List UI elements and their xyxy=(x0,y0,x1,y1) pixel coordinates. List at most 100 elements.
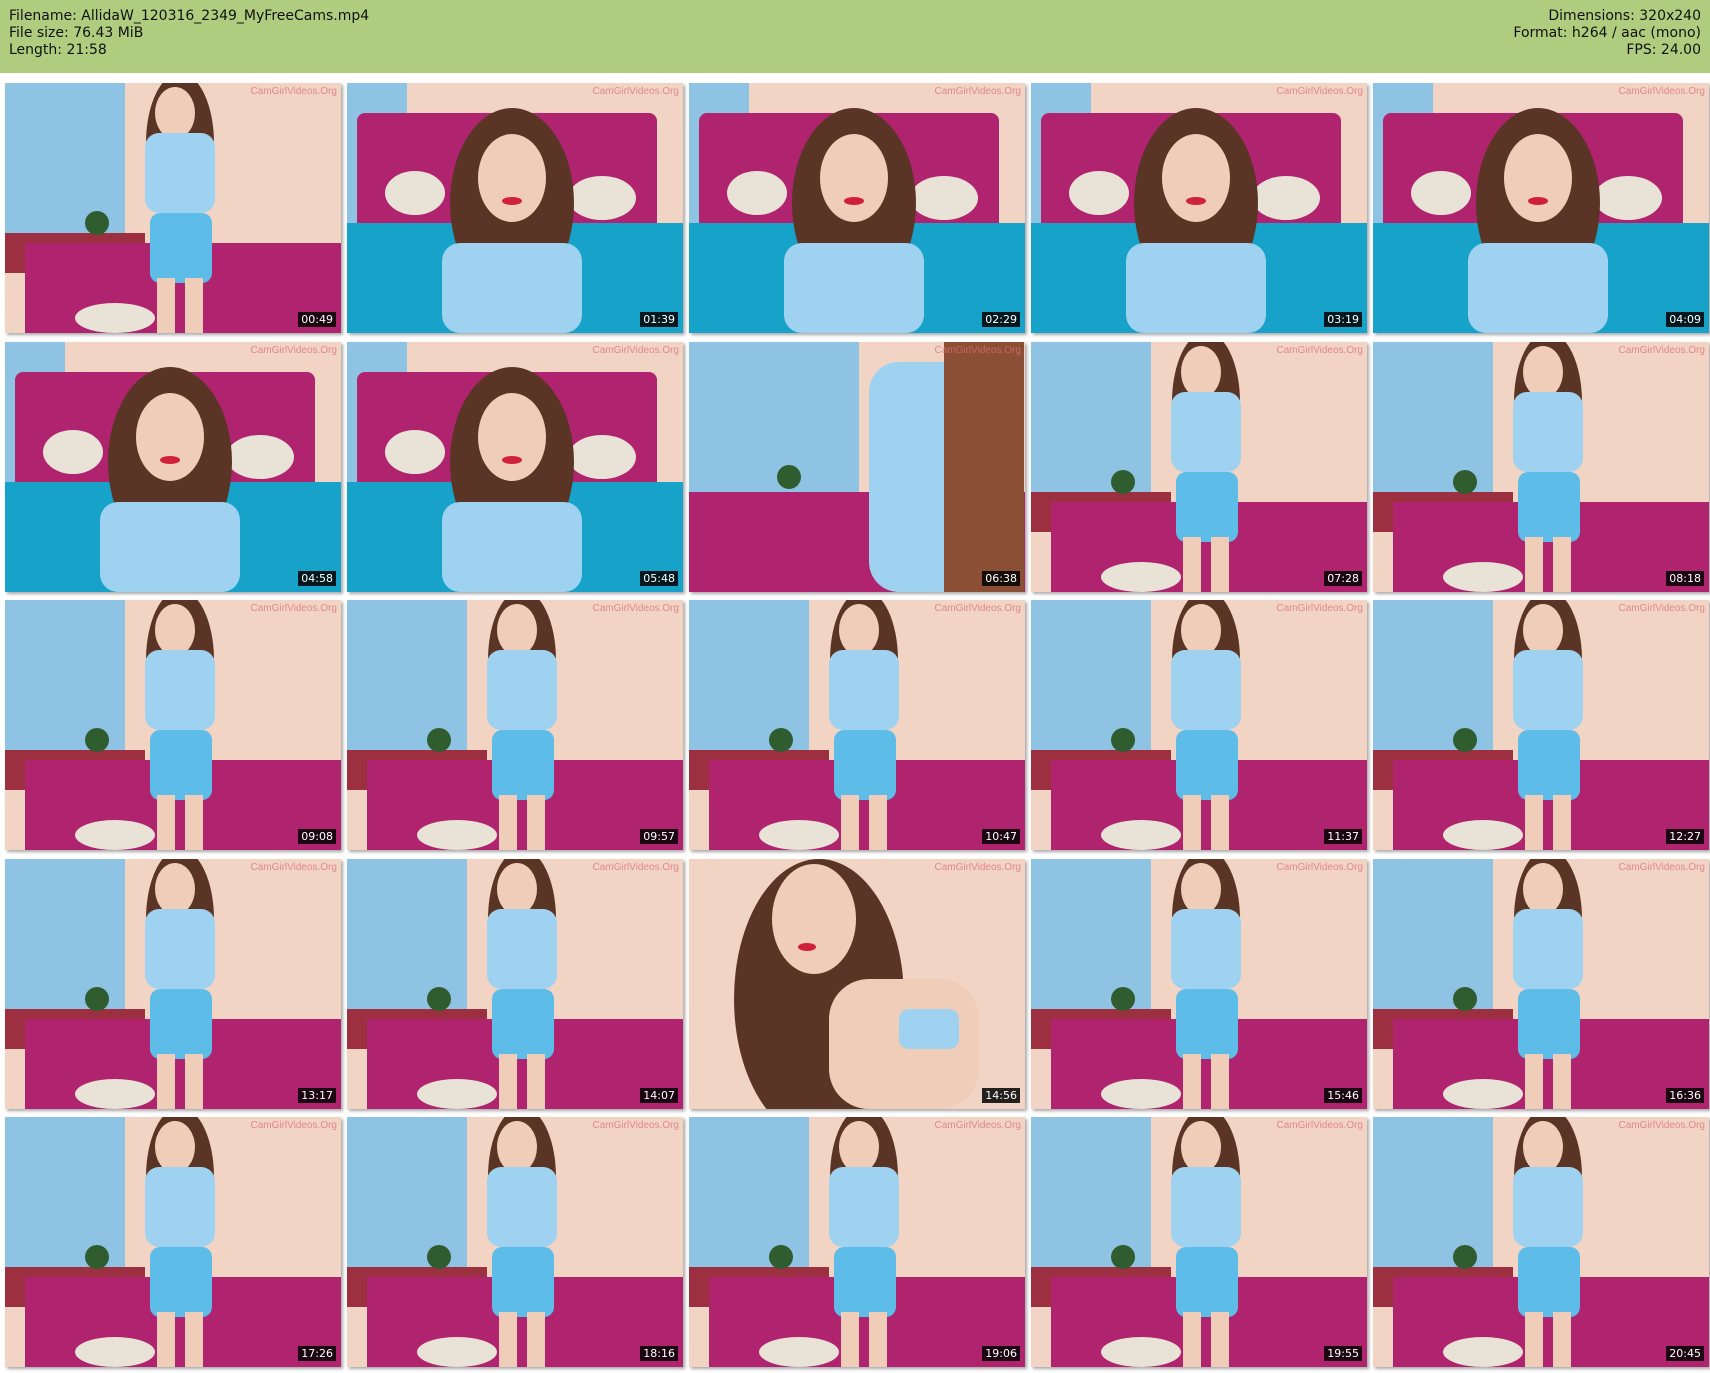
watermark-text: CamGirlVideos.Org xyxy=(592,862,679,873)
thumbnail-frame-image xyxy=(5,1117,341,1367)
dimensions-label: Dimensions: 320x240 xyxy=(1548,8,1701,24)
timestamp-label: 01:39 xyxy=(640,312,678,327)
filename-label: Filename: AllidaW_120316_2349_MyFreeCams… xyxy=(9,8,370,24)
video-thumbnail[interactable]: CamGirlVideos.Org 20:45 xyxy=(1373,1117,1709,1367)
video-thumbnail[interactable]: CamGirlVideos.Org 06:38 xyxy=(689,342,1025,592)
watermark-text: CamGirlVideos.Org xyxy=(934,1120,1021,1131)
timestamp-label: 17:26 xyxy=(298,1346,336,1361)
timestamp-label: 19:55 xyxy=(1324,1346,1362,1361)
timestamp-label: 16:36 xyxy=(1666,1088,1704,1103)
thumbnail-frame-image xyxy=(347,1117,683,1367)
thumbnail-frame-image xyxy=(689,342,1025,592)
thumbnail-frame-image xyxy=(347,600,683,850)
watermark-text: CamGirlVideos.Org xyxy=(592,603,679,614)
video-thumbnail[interactable]: CamGirlVideos.Org 05:48 xyxy=(347,342,683,592)
thumbnail-frame-image xyxy=(1373,1117,1709,1367)
video-thumbnail[interactable]: CamGirlVideos.Org 02:29 xyxy=(689,83,1025,333)
timestamp-label: 06:38 xyxy=(982,571,1020,586)
timestamp-label: 09:08 xyxy=(298,829,336,844)
video-thumbnail[interactable]: CamGirlVideos.Org 19:06 xyxy=(689,1117,1025,1367)
video-thumbnail[interactable]: CamGirlVideos.Org 12:27 xyxy=(1373,600,1709,850)
thumbnail-frame-image xyxy=(347,342,683,592)
thumbnail-frame-image xyxy=(5,600,341,850)
timestamp-label: 08:18 xyxy=(1666,571,1704,586)
timestamp-label: 13:17 xyxy=(298,1088,336,1103)
timestamp-label: 11:37 xyxy=(1324,829,1362,844)
watermark-text: CamGirlVideos.Org xyxy=(1618,1120,1705,1131)
video-thumbnail[interactable]: CamGirlVideos.Org 18:16 xyxy=(347,1117,683,1367)
contact-sheet-header: Filename: AllidaW_120316_2349_MyFreeCams… xyxy=(0,0,1710,73)
video-thumbnail[interactable]: CamGirlVideos.Org 09:57 xyxy=(347,600,683,850)
filesize-label: File size: 76.43 MiB xyxy=(9,25,144,41)
watermark-text: CamGirlVideos.Org xyxy=(592,1120,679,1131)
thumbnail-frame-image xyxy=(5,859,341,1109)
video-thumbnail[interactable]: CamGirlVideos.Org 09:08 xyxy=(5,600,341,850)
watermark-text: CamGirlVideos.Org xyxy=(1276,862,1363,873)
thumbnail-frame-image xyxy=(1373,342,1709,592)
timestamp-label: 09:57 xyxy=(640,829,678,844)
video-thumbnail[interactable]: CamGirlVideos.Org 08:18 xyxy=(1373,342,1709,592)
watermark-text: CamGirlVideos.Org xyxy=(250,1120,337,1131)
timestamp-label: 14:56 xyxy=(982,1088,1020,1103)
video-thumbnail[interactable]: CamGirlVideos.Org 10:47 xyxy=(689,600,1025,850)
watermark-text: CamGirlVideos.Org xyxy=(250,86,337,97)
timestamp-label: 12:27 xyxy=(1666,829,1704,844)
video-thumbnail[interactable]: CamGirlVideos.Org 07:28 xyxy=(1031,342,1367,592)
timestamp-label: 15:46 xyxy=(1324,1088,1362,1103)
thumbnail-frame-image xyxy=(5,83,341,333)
file-info: Filename: AllidaW_120316_2349_MyFreeCams… xyxy=(9,8,369,59)
timestamp-label: 00:49 xyxy=(298,312,336,327)
timestamp-label: 20:45 xyxy=(1666,1346,1704,1361)
timestamp-label: 07:28 xyxy=(1324,571,1362,586)
watermark-text: CamGirlVideos.Org xyxy=(1618,603,1705,614)
video-thumbnail[interactable]: CamGirlVideos.Org 11:37 xyxy=(1031,600,1367,850)
watermark-text: CamGirlVideos.Org xyxy=(1276,345,1363,356)
timestamp-label: 04:09 xyxy=(1666,312,1704,327)
thumbnail-frame-image xyxy=(689,859,1025,1109)
video-thumbnail[interactable]: CamGirlVideos.Org 03:19 xyxy=(1031,83,1367,333)
watermark-text: CamGirlVideos.Org xyxy=(250,603,337,614)
thumbnail-frame-image xyxy=(347,859,683,1109)
video-info: Dimensions: 320x240 Format: h264 / aac (… xyxy=(1513,8,1701,59)
watermark-text: CamGirlVideos.Org xyxy=(1618,862,1705,873)
length-label: Length: 21:58 xyxy=(9,42,107,58)
video-thumbnail[interactable]: CamGirlVideos.Org 17:26 xyxy=(5,1117,341,1367)
format-label: Format: h264 / aac (mono) xyxy=(1513,25,1701,41)
timestamp-label: 04:58 xyxy=(298,571,336,586)
video-thumbnail[interactable]: CamGirlVideos.Org 13:17 xyxy=(5,859,341,1109)
thumbnail-frame-image xyxy=(347,83,683,333)
watermark-text: CamGirlVideos.Org xyxy=(1276,86,1363,97)
watermark-text: CamGirlVideos.Org xyxy=(934,862,1021,873)
thumbnail-grid: CamGirlVideos.Org 00:49 CamGirlVideos.Org 0… xyxy=(5,83,1709,1368)
thumbnail-frame-image xyxy=(5,342,341,592)
timestamp-label: 14:07 xyxy=(640,1088,678,1103)
video-thumbnail[interactable]: CamGirlVideos.Org 15:46 xyxy=(1031,859,1367,1109)
fps-label: FPS: 24.00 xyxy=(1626,42,1701,58)
video-thumbnail[interactable]: CamGirlVideos.Org 00:49 xyxy=(5,83,341,333)
video-thumbnail[interactable]: CamGirlVideos.Org 14:07 xyxy=(347,859,683,1109)
thumbnail-frame-image xyxy=(1373,83,1709,333)
thumbnail-frame-image xyxy=(689,600,1025,850)
timestamp-label: 03:19 xyxy=(1324,312,1362,327)
watermark-text: CamGirlVideos.Org xyxy=(250,862,337,873)
watermark-text: CamGirlVideos.Org xyxy=(1276,1120,1363,1131)
thumbnail-frame-image xyxy=(1031,859,1367,1109)
timestamp-label: 10:47 xyxy=(982,829,1020,844)
thumbnail-frame-image xyxy=(1031,83,1367,333)
video-thumbnail[interactable]: CamGirlVideos.Org 14:56 xyxy=(689,859,1025,1109)
video-thumbnail[interactable]: CamGirlVideos.Org 16:36 xyxy=(1373,859,1709,1109)
thumbnail-frame-image xyxy=(1373,859,1709,1109)
video-thumbnail[interactable]: CamGirlVideos.Org 04:09 xyxy=(1373,83,1709,333)
video-thumbnail[interactable]: CamGirlVideos.Org 19:55 xyxy=(1031,1117,1367,1367)
watermark-text: CamGirlVideos.Org xyxy=(592,86,679,97)
watermark-text: CamGirlVideos.Org xyxy=(934,345,1021,356)
watermark-text: CamGirlVideos.Org xyxy=(1276,603,1363,614)
video-thumbnail[interactable]: CamGirlVideos.Org 01:39 xyxy=(347,83,683,333)
video-thumbnail[interactable]: CamGirlVideos.Org 04:58 xyxy=(5,342,341,592)
thumbnail-frame-image xyxy=(689,1117,1025,1367)
timestamp-label: 19:06 xyxy=(982,1346,1020,1361)
watermark-text: CamGirlVideos.Org xyxy=(1618,86,1705,97)
thumbnail-frame-image xyxy=(1031,600,1367,850)
watermark-text: CamGirlVideos.Org xyxy=(934,86,1021,97)
thumbnail-frame-image xyxy=(1031,1117,1367,1367)
